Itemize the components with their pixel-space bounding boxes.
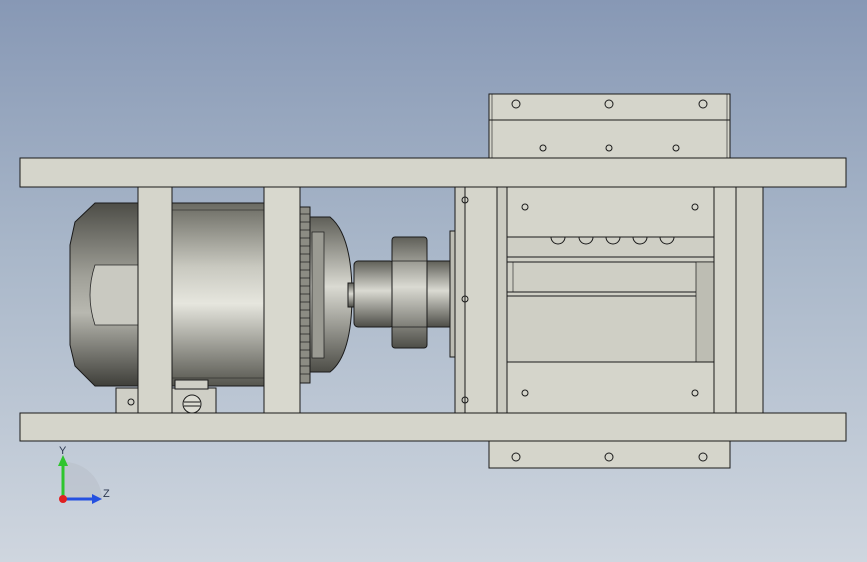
brake-gear-disc bbox=[299, 206, 353, 384]
motor-body bbox=[171, 202, 266, 387]
frame-rail-bottom bbox=[19, 412, 847, 442]
top-mount-block bbox=[488, 93, 731, 159]
motor-flange-plate bbox=[263, 186, 301, 414]
orientation-triad[interactable]: Y Z bbox=[58, 445, 110, 504]
bottom-mount-block bbox=[488, 440, 731, 469]
motor-fan-cover bbox=[69, 202, 139, 387]
frame-post-left bbox=[137, 186, 173, 414]
frame-rail-top bbox=[19, 157, 847, 188]
x-axis-dot bbox=[59, 495, 67, 503]
valve-housing bbox=[454, 186, 764, 414]
y-axis-label: Y bbox=[59, 445, 67, 457]
z-axis-label: Z bbox=[103, 488, 110, 500]
cad-viewport[interactable]: Y Z bbox=[0, 0, 867, 562]
assembly-view[interactable]: Y Z bbox=[0, 0, 867, 562]
shaft-coupling bbox=[353, 230, 457, 358]
